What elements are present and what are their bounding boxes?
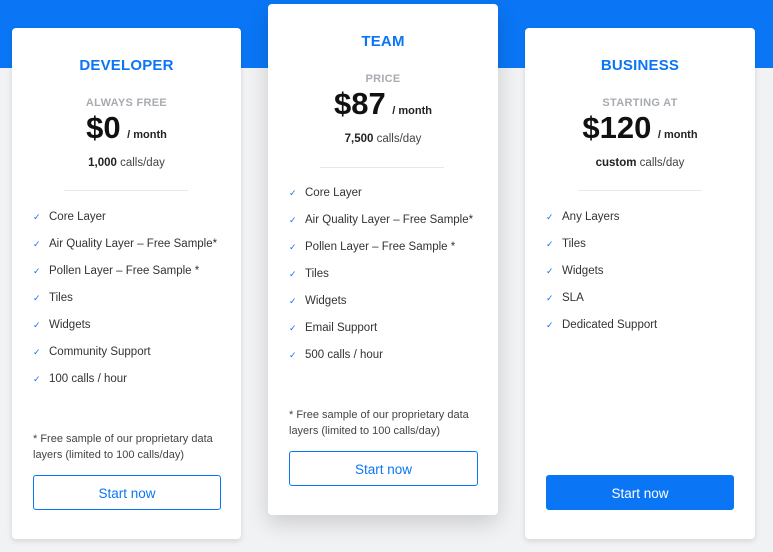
- price-label: STARTING AT: [602, 97, 678, 109]
- calls-value: custom: [595, 157, 637, 169]
- feature-item: ✓ Tiles: [546, 235, 657, 262]
- calls-value: 1,000: [88, 157, 117, 169]
- check-icon: ✓: [33, 320, 41, 330]
- check-icon: ✓: [33, 374, 41, 384]
- feature-list: ✓ Any Layers ✓ Tiles ✓ Widgets ✓ SLA ✓ Dedica…: [546, 208, 657, 343]
- price-amount: $120: [582, 110, 652, 145]
- calls-value: 7,500: [344, 133, 374, 145]
- feature-list: ✓ Core Layer ✓ Air Quality Layer – Free Sa…: [289, 184, 473, 373]
- feature-item: ✓ Widgets: [546, 262, 657, 289]
- check-icon: ✓: [33, 239, 41, 249]
- price-period: / month: [127, 129, 167, 141]
- feature-item: ✓ 500 calls / hour: [289, 346, 473, 373]
- divider: [320, 167, 444, 168]
- feature-item: ✓ Tiles: [289, 265, 473, 292]
- feature-item: ✓ 100 calls / hour: [33, 370, 217, 397]
- price-label: ALWAYS FREE: [85, 97, 168, 109]
- check-icon: ✓: [546, 239, 554, 249]
- plan-card-team: TEAM PRICE $87 / month 7,500 calls/day ✓…: [268, 4, 498, 515]
- check-icon: ✓: [33, 293, 41, 303]
- feature-item: ✓ Tiles: [33, 289, 217, 316]
- feature-item: ✓ Core Layer: [289, 184, 473, 211]
- feature-item: ✓ Air Quality Layer – Free Sample*: [289, 211, 473, 238]
- check-icon: ✓: [289, 215, 297, 225]
- calls-unit: calls/day: [639, 157, 685, 169]
- divider: [64, 190, 188, 191]
- feature-item: ✓ Core Layer: [33, 208, 217, 235]
- plan-name: BUSINESS: [600, 57, 680, 74]
- feature-item: ✓ Community Support: [33, 343, 217, 370]
- footnote: * Free sample of our proprietary data la…: [33, 433, 213, 461]
- check-icon: ✓: [289, 269, 297, 279]
- feature-item: ✓ Pollen Layer – Free Sample *: [33, 262, 217, 289]
- start-now-button[interactable]: Start now: [546, 475, 734, 510]
- feature-list: ✓ Core Layer ✓ Air Quality Layer – Free Sa…: [33, 208, 217, 397]
- price-period: / month: [392, 105, 432, 117]
- check-icon: ✓: [33, 212, 41, 222]
- check-icon: ✓: [289, 350, 297, 360]
- feature-item: ✓ Dedicated Support: [546, 316, 657, 343]
- check-icon: ✓: [546, 266, 554, 276]
- check-icon: ✓: [289, 188, 297, 198]
- calls-per-day: 7,500 calls/day: [268, 133, 498, 145]
- feature-item: ✓ Email Support: [289, 319, 473, 346]
- check-icon: ✓: [33, 266, 41, 276]
- check-icon: ✓: [289, 242, 297, 252]
- feature-item: ✓ Any Layers: [546, 208, 657, 235]
- check-icon: ✓: [546, 320, 554, 330]
- calls-unit: calls/day: [120, 157, 165, 169]
- price-label: PRICE: [365, 73, 401, 85]
- check-icon: ✓: [33, 347, 41, 357]
- calls-per-day: 1,000 calls/day: [12, 157, 241, 169]
- start-now-button[interactable]: Start now: [289, 451, 478, 486]
- plan-name: TEAM: [361, 33, 405, 50]
- calls-unit: calls/day: [376, 133, 422, 145]
- plan-card-developer: DEVELOPER ALWAYS FREE $0 / month 1,000 c…: [12, 28, 241, 539]
- feature-item: ✓ Air Quality Layer – Free Sample*: [33, 235, 217, 262]
- price: $120 / month: [525, 110, 755, 146]
- check-icon: ✓: [546, 212, 554, 222]
- price-amount: $0: [86, 110, 121, 145]
- price-period: / month: [657, 129, 698, 141]
- plan-name: DEVELOPER: [79, 57, 174, 74]
- feature-item: ✓ Pollen Layer – Free Sample *: [289, 238, 473, 265]
- check-icon: ✓: [289, 323, 297, 333]
- calls-per-day: custom calls/day: [525, 157, 755, 169]
- plan-card-business: BUSINESS STARTING AT $120 / month custom…: [525, 28, 755, 539]
- price-amount: $87: [334, 86, 386, 121]
- check-icon: ✓: [546, 293, 554, 303]
- check-icon: ✓: [289, 296, 297, 306]
- footnote: * Free sample of our proprietary data la…: [289, 409, 469, 437]
- feature-item: ✓ SLA: [546, 289, 657, 316]
- start-now-button[interactable]: Start now: [33, 475, 221, 510]
- feature-item: ✓ Widgets: [289, 292, 473, 319]
- price: $0 / month: [12, 110, 241, 146]
- feature-item: ✓ Widgets: [33, 316, 217, 343]
- price: $87 / month: [268, 86, 498, 122]
- divider: [578, 190, 702, 191]
